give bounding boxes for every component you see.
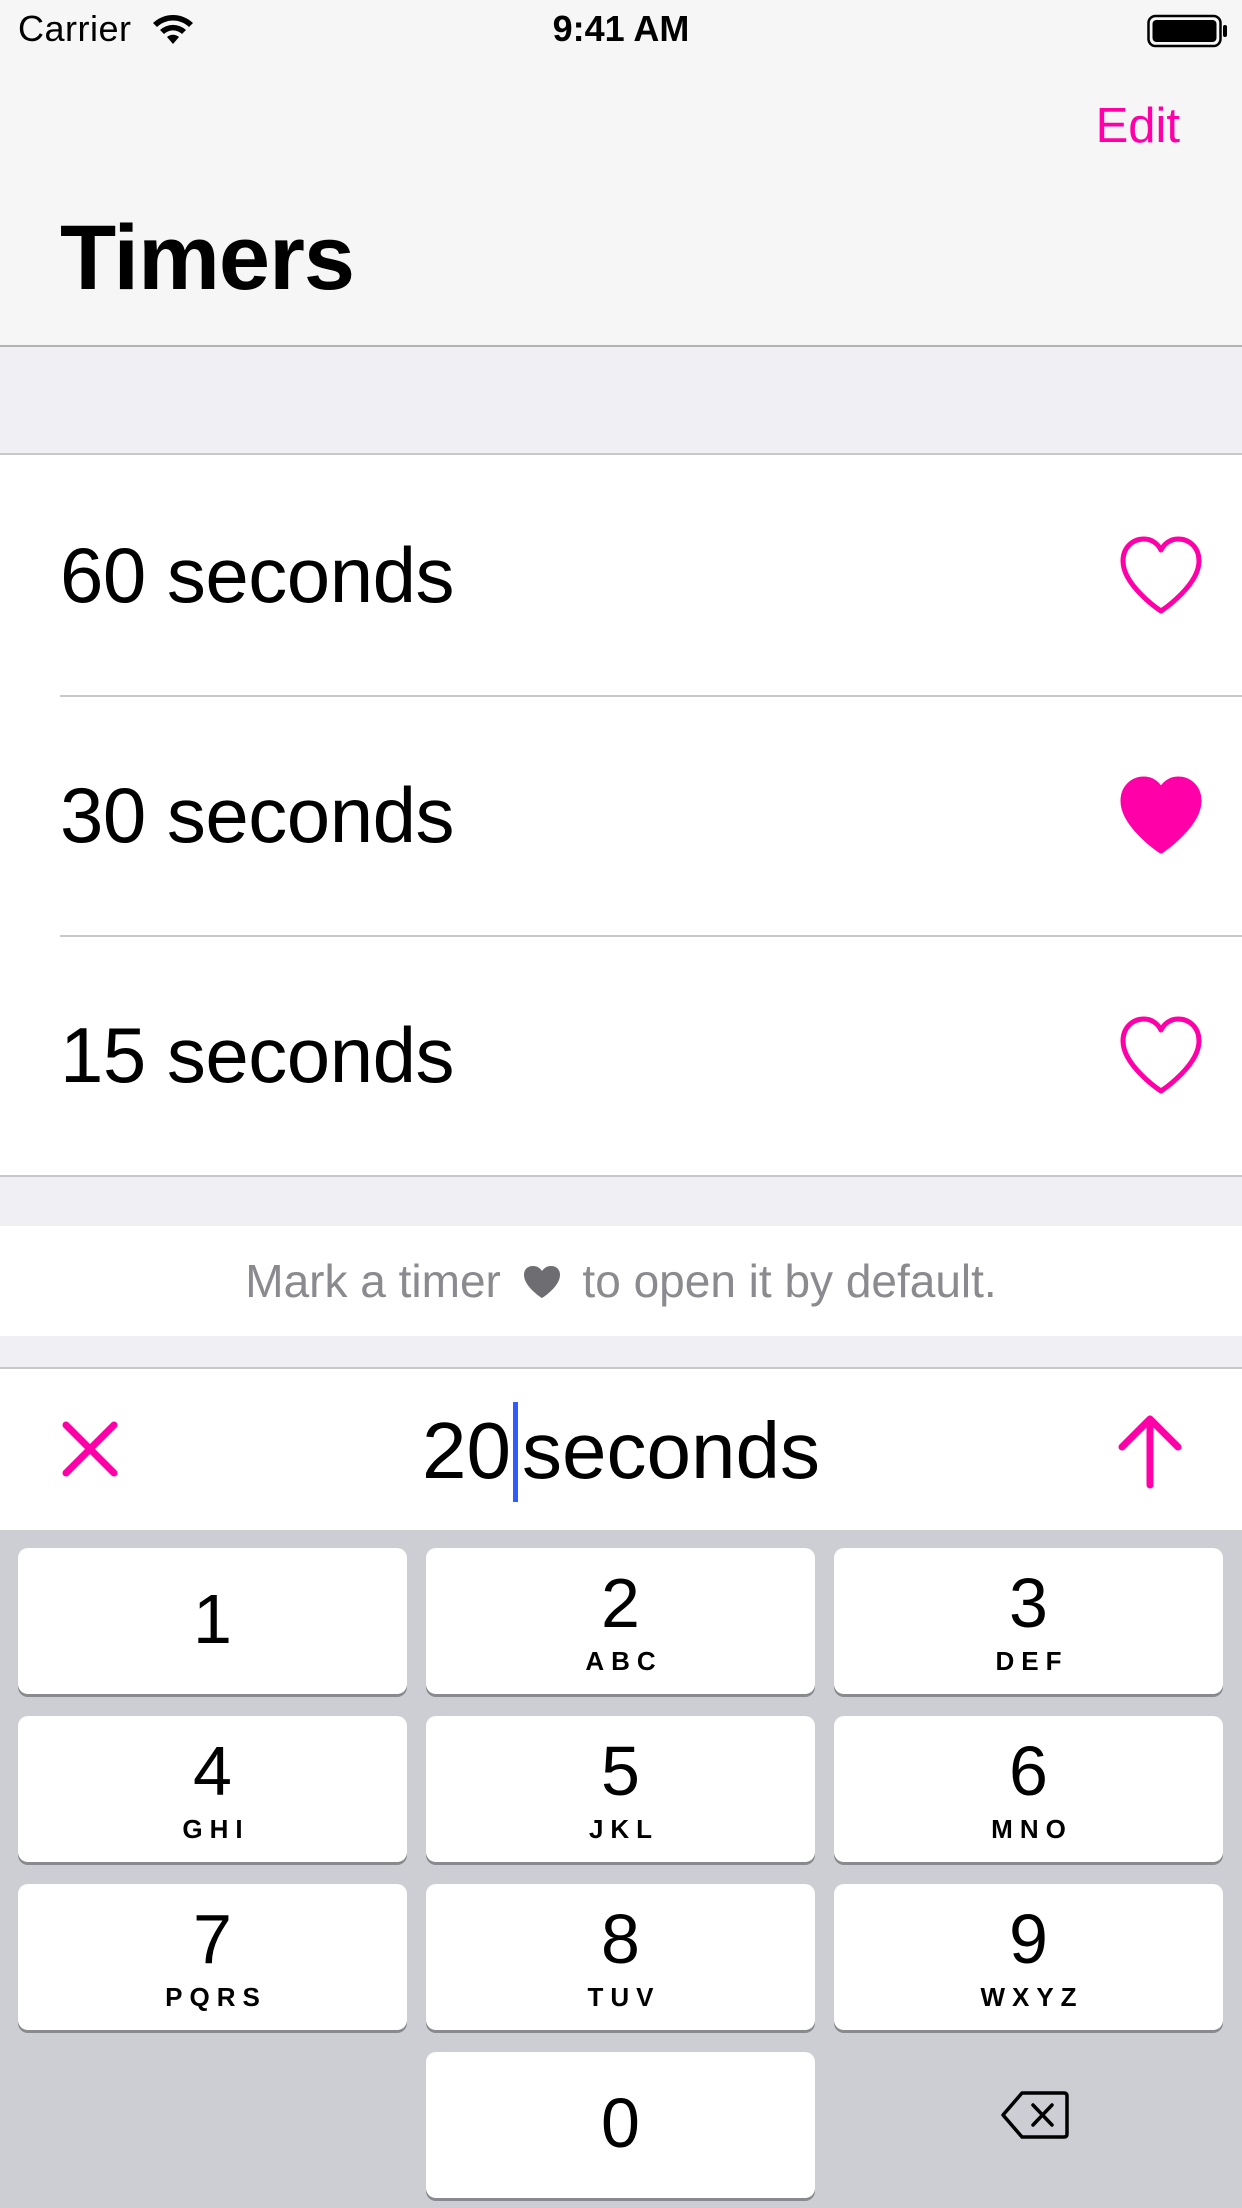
heart-outline-icon[interactable] [1118,1013,1204,1099]
status-time: 9:41 AM [552,8,690,49]
timer-label: 15 seconds [60,1011,454,1099]
key-digit: 0 [601,2084,640,2162]
key-digit: 1 [193,1580,232,1658]
backspace-icon[interactable] [1000,2090,1070,2140]
heart-icon [523,1266,560,1298]
key-letters: DEF [995,1646,1069,1676]
hint-text-after: to open it by default. [582,1255,997,1307]
page-title: Timers [60,207,355,309]
key-letters: PQRS [165,1982,267,2012]
timer-row[interactable]: 60 seconds [0,455,1242,695]
new-timer-bar: 20 seconds [0,1367,1242,1530]
key-4[interactable]: 4 GHI [18,1716,407,1862]
heart-filled-icon[interactable] [1118,773,1204,859]
key-7[interactable]: 7 PQRS [18,1884,407,2030]
timer-row[interactable]: 30 seconds [0,695,1242,935]
key-8[interactable]: 8 TUV [426,1884,815,2030]
key-5[interactable]: 5 JKL [426,1716,815,1862]
navigation-bar: Carrier 9:41 AM Edit Timers [0,0,1242,347]
number-keypad: 1 2 ABC 3 DEF 4 GHI 5 JKL 6 MNO 7 PQRS 8… [0,1530,1242,2208]
key-1[interactable]: 1 [18,1548,407,1694]
edit-button[interactable]: Edit [1096,98,1180,154]
key-digit: 3 [1009,1564,1048,1642]
hint-text-before: Mark a timer [245,1255,501,1307]
timer-list: 60 seconds 30 seconds 15 seconds [0,453,1242,1177]
key-letters: ABC [585,1646,663,1676]
key-6[interactable]: 6 MNO [834,1716,1223,1862]
key-0[interactable]: 0 [426,2052,815,2198]
key-letters: GHI [182,1814,250,1844]
key-2[interactable]: 2 ABC [426,1548,815,1694]
key-digit: 7 [193,1900,232,1978]
key-digit: 6 [1009,1732,1048,1810]
timer-label: 60 seconds [60,531,454,619]
timer-label: 30 seconds [60,771,454,859]
timer-row[interactable]: 15 seconds [0,935,1242,1175]
timers-screen: Carrier 9:41 AM Edit Timers 60 seconds 3… [0,0,1242,2208]
key-digit: 2 [601,1564,640,1642]
duration-unit: seconds [522,1406,820,1495]
heart-outline-icon[interactable] [1118,533,1204,619]
key-digit: 9 [1009,1900,1048,1978]
duration-input[interactable]: 20 seconds [0,1369,1242,1532]
key-letters: MNO [991,1814,1073,1844]
arrow-up-icon[interactable] [1116,1413,1184,1489]
battery-icon [1147,14,1227,48]
key-digit: 4 [193,1732,232,1810]
key-letters: TUV [587,1982,661,2012]
text-caret [513,1402,518,1502]
key-letters: WXYZ [980,1982,1084,2012]
key-digit: 5 [601,1732,640,1810]
favorite-hint: Mark a timer to open it by default. [0,1226,1242,1336]
key-9[interactable]: 9 WXYZ [834,1884,1223,2030]
duration-value: 20 [422,1406,511,1495]
key-3[interactable]: 3 DEF [834,1548,1223,1694]
key-letters: JKL [588,1814,660,1844]
key-digit: 8 [601,1900,640,1978]
